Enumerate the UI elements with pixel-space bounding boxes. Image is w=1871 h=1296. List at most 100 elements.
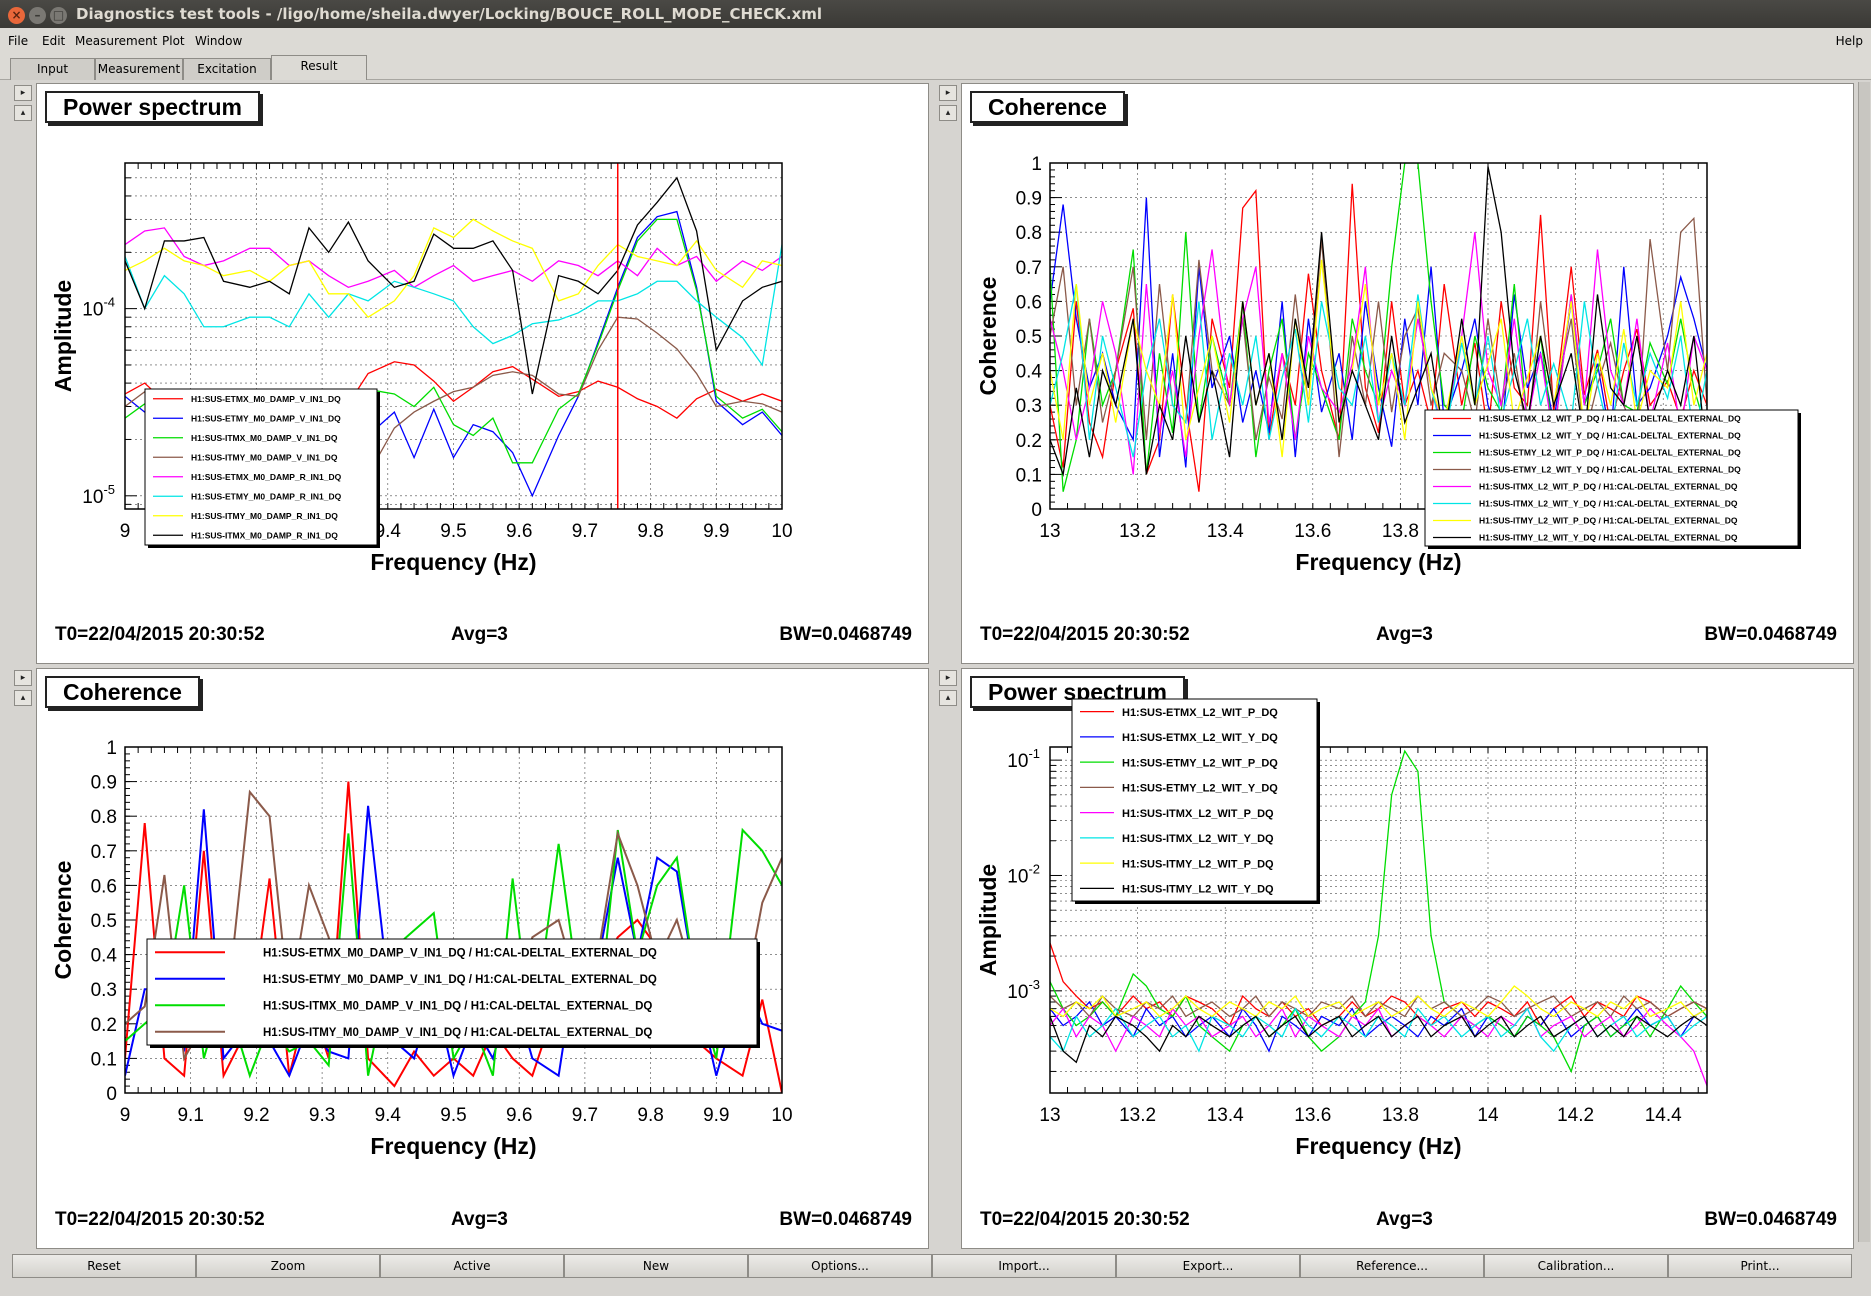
export-button[interactable]: Export... <box>1116 1254 1300 1278</box>
menu-file[interactable]: File <box>8 34 28 48</box>
legend-entry: H1:SUS-ITMY_L2_WIT_P_DQ <box>1122 858 1274 870</box>
plot-t0-label: T0=22/04/2015 20:30:52 <box>980 1209 1190 1230</box>
close-window-icon[interactable]: × <box>8 7 25 24</box>
minimize-window-icon[interactable]: – <box>29 7 46 24</box>
plot-avg-label: Avg=3 <box>451 1209 508 1230</box>
x-tick-label: 10 <box>771 1105 792 1126</box>
legend-entry: H1:SUS-ITMX_L2_WIT_P_DQ / H1:CAL-DELTAL_… <box>1479 482 1738 492</box>
pane-tl-zoom-button[interactable]: ▴ <box>14 105 32 121</box>
reference-button[interactable]: Reference... <box>1300 1254 1484 1278</box>
y-tick-label: 1 <box>1031 154 1042 175</box>
menu-edit[interactable]: Edit <box>42 34 65 48</box>
y-tick-label: 0.2 <box>91 1015 117 1036</box>
print-button[interactable]: Print... <box>1668 1254 1852 1278</box>
y-tick-label: 0.6 <box>91 876 117 897</box>
legend-entry: H1:SUS-ETMX_M0_DAMP_V_IN1_DQ <box>191 394 341 404</box>
y-tick-label: 0 <box>1031 500 1042 521</box>
y-tick-label: 0.9 <box>91 773 117 794</box>
calibration-button[interactable]: Calibration... <box>1484 1254 1668 1278</box>
menu-plot[interactable]: Plot <box>162 34 185 48</box>
pane-bl-options-button[interactable]: ▸ <box>14 670 32 686</box>
options-button[interactable]: Options... <box>748 1254 932 1278</box>
plot-bw-label: BW=0.0468749 <box>779 1209 912 1230</box>
legend-entry: H1:SUS-ITMX_L2_WIT_Y_DQ <box>1122 833 1274 845</box>
new-button[interactable]: New <box>564 1254 748 1278</box>
y-tick-label: 0.1 <box>1016 465 1042 486</box>
y-axis-label: Coherence <box>50 861 76 980</box>
tab-result[interactable]: Result <box>271 55 367 80</box>
y-axis-label: Coherence <box>975 277 1001 396</box>
series-line <box>1050 1007 1707 1087</box>
y-tick-label: 0.4 <box>91 946 118 967</box>
window-title: Diagnostics test tools - /ligo/home/shei… <box>76 5 823 23</box>
x-tick-label: 9 <box>120 1105 131 1126</box>
y-tick-label: 0.2 <box>1016 431 1042 452</box>
menu-window[interactable]: Window <box>195 34 242 48</box>
plot-avg-label: Avg=3 <box>451 624 508 645</box>
x-tick-label: 14.4 <box>1645 1105 1682 1126</box>
tab-bar: Input Measurement Excitation Result <box>0 54 1871 80</box>
x-tick-label: 13.4 <box>1207 1105 1244 1126</box>
y-tick-label: 0.9 <box>1016 189 1042 210</box>
y-tick-label: 0.8 <box>1016 223 1042 244</box>
x-tick-label: 9.6 <box>506 1105 532 1126</box>
plot-avg-label: Avg=3 <box>1376 1209 1433 1230</box>
legend-entry: H1:SUS-ITMY_L2_WIT_Y_DQ / H1:CAL-DELTAL_… <box>1479 533 1738 543</box>
bottom-button-bar: Reset Zoom Active New Options... Import.… <box>0 1250 1871 1296</box>
y-tick-label: 0.7 <box>91 842 117 863</box>
x-tick-label: 9.7 <box>572 1105 598 1126</box>
plot-pane-power-spectrum-top[interactable]: Power spectrum 10-410-599.19.29.39.49.59… <box>36 83 929 664</box>
zoom-button[interactable]: Zoom <box>196 1254 380 1278</box>
plot-canvas[interactable]: 10-410-599.19.29.39.49.59.69.79.89.910Fr… <box>37 84 929 664</box>
window-controls: × – □ <box>8 5 71 24</box>
y-tick-label: 0.5 <box>91 911 117 932</box>
plot-pane-coherence-bottom[interactable]: Coherence 0 0.1 0.2 0.3 0.4 0.5 0.6 0.7 0.8 0.9 1 9… <box>36 668 929 1249</box>
active-button[interactable]: Active <box>380 1254 564 1278</box>
tab-input[interactable]: Input <box>10 58 95 80</box>
y-tick-label: 0.5 <box>1016 327 1042 348</box>
y-tick-label: 10-5 <box>82 482 115 508</box>
y-tick-label: 1 <box>106 738 117 759</box>
legend-entry: H1:SUS-ITMX_M0_DAMP_V_IN1_DQ / H1:CAL-DE… <box>263 1001 652 1013</box>
legend-entry: H1:SUS-ETMX_M0_DAMP_R_IN1_DQ <box>191 472 342 482</box>
legend-entry: H1:SUS-ITMX_L2_WIT_P_DQ <box>1122 808 1274 820</box>
tab-excitation[interactable]: Excitation <box>183 58 271 80</box>
x-tick-label: 13.2 <box>1119 521 1156 542</box>
x-tick-label: 13 <box>1039 1105 1060 1126</box>
x-tick-label: 9.4 <box>375 1105 402 1126</box>
maximize-window-icon[interactable]: □ <box>50 7 67 24</box>
y-tick-label: 0.3 <box>1016 396 1042 417</box>
result-workarea: ▸ ▴ ▸ ▴ ▸ ▴ ▸ ▴ Power spectrum 10-4 10-5 9… <box>0 80 1871 1250</box>
reset-button[interactable]: Reset <box>12 1254 196 1278</box>
plot-canvas[interactable]: 0 0.1 0.2 0.3 0.4 0.5 0.6 0.7 0.8 0.9 1 13 13.2 13.4 1… <box>962 84 1854 664</box>
menu-measurement[interactable]: Measurement <box>75 34 157 48</box>
import-button[interactable]: Import... <box>932 1254 1116 1278</box>
tab-measurement[interactable]: Measurement <box>95 58 183 80</box>
plot-pane-power-spectrum-bottom[interactable]: Power spectrum 10-1 10-2 10-3 13 13.2 13.4 13.… <box>961 668 1854 1249</box>
pane-br-options-button[interactable]: ▸ <box>939 670 957 686</box>
plot-bw-label: BW=0.0468749 <box>779 624 912 645</box>
legend-entry: H1:SUS-ETMX_L2_WIT_P_DQ / H1:CAL-DELTAL_… <box>1479 414 1741 424</box>
x-tick-label: 9.8 <box>637 521 663 542</box>
x-tick-label: 13.6 <box>1294 521 1331 542</box>
series-line <box>1050 1007 1707 1053</box>
pane-tr-options-button[interactable]: ▸ <box>939 85 957 101</box>
x-tick-label: 13.2 <box>1119 1105 1156 1126</box>
pane-bl-zoom-button[interactable]: ▴ <box>14 690 32 706</box>
pane-tl-options-button[interactable]: ▸ <box>14 85 32 101</box>
y-tick-label: 0.7 <box>1016 258 1042 279</box>
plot-pane-coherence-top[interactable]: Coherence 0 0.1 0.2 0.3 0.4 0.5 0.6 0.7 0.8 0.9 1 1… <box>961 83 1854 664</box>
menu-help[interactable]: Help <box>1836 34 1863 48</box>
x-tick-label: 9.2 <box>243 1105 269 1126</box>
legend-entry: H1:SUS-ETMY_M0_DAMP_R_IN1_DQ <box>191 491 342 501</box>
x-tick-label: 13 <box>1039 521 1060 542</box>
pane-br-zoom-button[interactable]: ▴ <box>939 690 957 706</box>
y-tick-label: 10-2 <box>1007 861 1040 887</box>
x-tick-label: 9.3 <box>309 1105 335 1126</box>
pane-tr-zoom-button[interactable]: ▴ <box>939 105 957 121</box>
x-axis-label: Frequency (Hz) <box>1295 549 1461 575</box>
y-tick-label: 0.1 <box>91 1049 117 1070</box>
vertical-scrollbar[interactable] <box>1858 82 1870 1242</box>
plot-canvas[interactable]: 0 0.1 0.2 0.3 0.4 0.5 0.6 0.7 0.8 0.9 1 9 9.1 9.2 9.3 9… <box>37 669 929 1249</box>
plot-canvas[interactable]: 10-1 10-2 10-3 13 13.2 13.4 13.6 13.8 14 14.2 14.4… <box>962 669 1854 1249</box>
